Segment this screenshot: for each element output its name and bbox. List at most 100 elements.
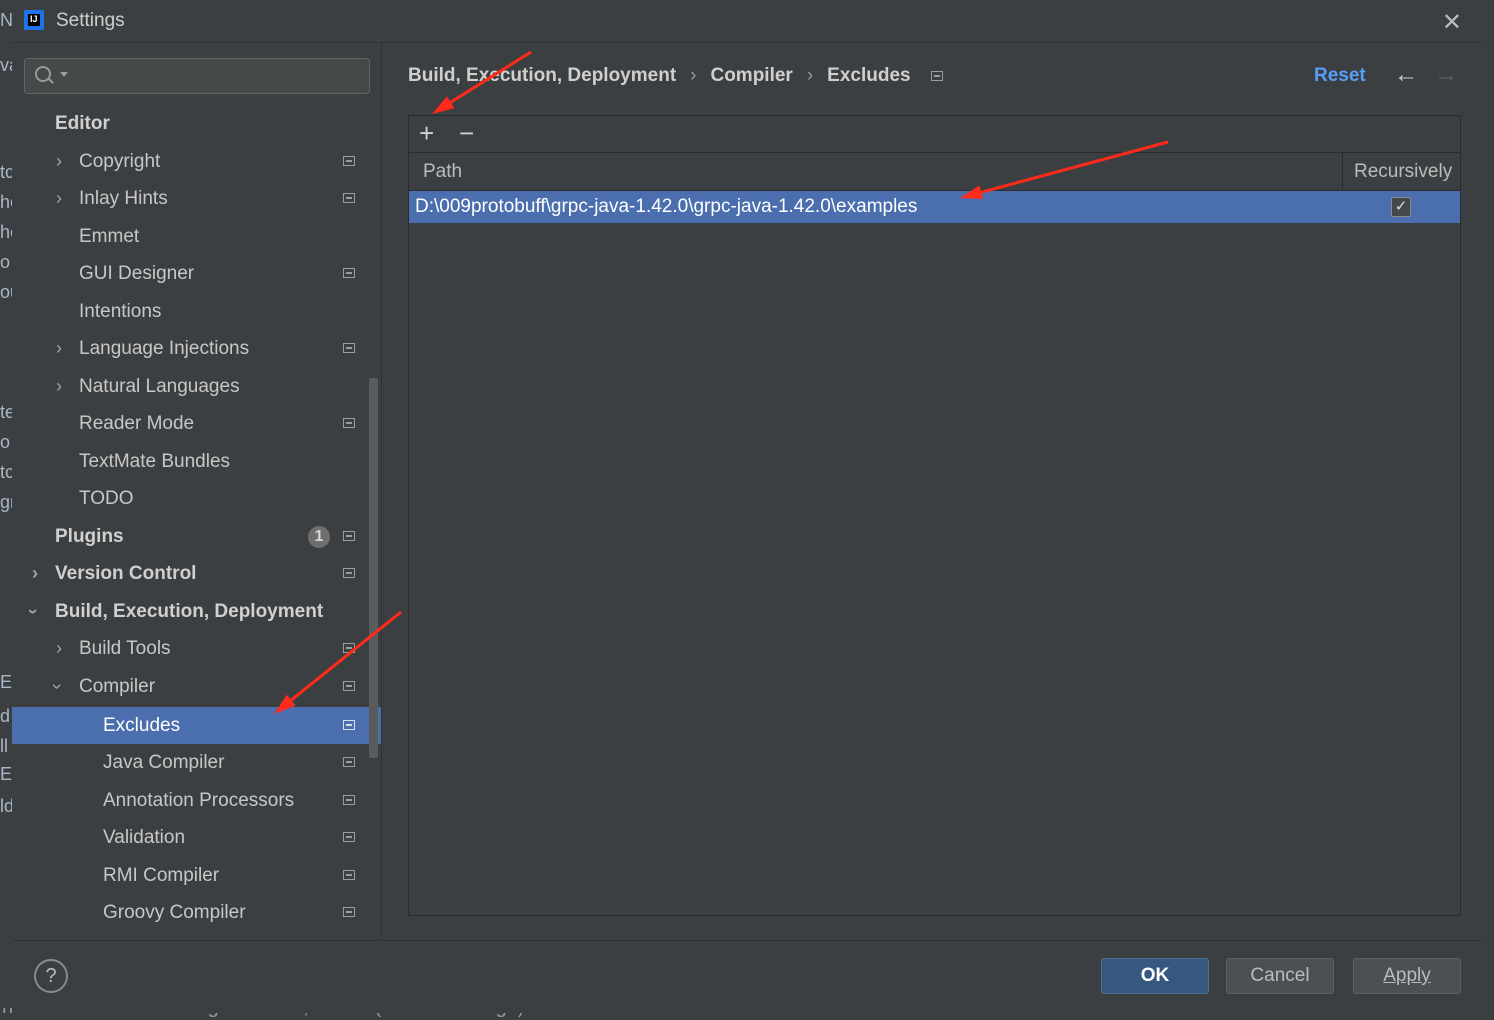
breadcrumb-separator: › <box>806 65 814 86</box>
tree-item-groovy-compiler[interactable]: Groovy Compiler <box>12 894 381 931</box>
tree-item-language-injections[interactable]: › Language Injections <box>12 330 381 367</box>
bg-text: va <box>0 55 12 75</box>
remove-icon[interactable]: − <box>459 118 474 149</box>
tree-item-label: TextMate Bundles <box>79 451 231 472</box>
tree-item-label: Copyright <box>79 151 161 172</box>
add-icon[interactable]: + <box>419 118 434 149</box>
tree-item-reader-mode[interactable]: Reader Mode <box>12 405 381 442</box>
project-scope-icon <box>343 193 355 203</box>
breadcrumb-separator: › <box>690 65 697 86</box>
reset-link[interactable]: Reset <box>1314 65 1366 87</box>
tree-item-todo[interactable]: TODO <box>12 480 381 517</box>
project-scope-icon <box>930 70 943 81</box>
sidebar-scrollbar[interactable] <box>369 378 378 758</box>
excludes-toolbar: + − <box>409 116 1460 153</box>
recursively-checkbox[interactable]: ✓ <box>1391 197 1411 217</box>
tree-item-plugins[interactable]: Plugins 1 <box>12 518 381 555</box>
tree-item-validation[interactable]: Validation <box>12 819 381 856</box>
project-scope-icon <box>343 757 355 767</box>
chevron-right-icon[interactable]: › <box>56 368 62 405</box>
close-icon[interactable]: ✕ <box>1442 8 1462 37</box>
column-header-label: Recursively <box>1354 161 1453 182</box>
chevron-down-icon[interactable]: › <box>39 684 76 690</box>
chevron-down-icon[interactable]: › <box>15 609 52 615</box>
bg-text: d <box>0 706 11 726</box>
project-scope-icon <box>343 156 355 166</box>
bg-text: te <box>0 402 12 422</box>
tree-item-gui-designer[interactable]: GUI Designer <box>12 255 381 292</box>
tree-item-label: Compiler <box>79 676 156 697</box>
breadcrumb-item[interactable]: Compiler <box>710 65 792 87</box>
forward-arrow-icon: → <box>1434 61 1458 88</box>
project-scope-icon <box>343 681 355 691</box>
project-scope-icon <box>343 531 355 541</box>
bg-text: ll <box>0 736 8 756</box>
tree-item-textmate-bundles[interactable]: TextMate Bundles <box>12 443 381 480</box>
tree-item-label: Validation <box>103 827 186 848</box>
column-header-path[interactable]: Path <box>423 161 462 183</box>
help-icon[interactable]: ? <box>34 959 68 993</box>
tree-item-label: Emmet <box>79 226 140 247</box>
chevron-right-icon[interactable]: › <box>56 630 62 667</box>
project-scope-icon <box>343 832 355 842</box>
chevron-right-icon[interactable]: › <box>56 143 62 180</box>
search-input[interactable] <box>24 58 370 94</box>
tree-item-label: RMI Compiler <box>103 865 220 886</box>
dialog-footer: ? OK Cancel Apply <box>12 940 1482 1013</box>
tree-item-emmet[interactable]: Emmet <box>12 218 381 255</box>
settings-content: Build, Execution, Deployment › Compiler › Ex… <box>381 43 1483 940</box>
tree-item-label: GUI Designer <box>79 263 195 284</box>
tree-item-label: Build Tools <box>79 638 171 659</box>
tree-item-editor[interactable]: Editor <box>12 105 381 142</box>
table-empty-area <box>409 223 1460 915</box>
column-header-recursively[interactable]: Recursively <box>1342 153 1461 190</box>
tree-item-rmi-compiler[interactable]: RMI Compiler <box>12 857 381 894</box>
tree-item-compiler[interactable]: › Compiler <box>12 668 381 705</box>
project-scope-icon <box>343 418 355 428</box>
tree-item-intentions[interactable]: Intentions <box>12 293 381 330</box>
tree-item-java-compiler[interactable]: Java Compiler <box>12 744 381 781</box>
update-count-badge: 1 <box>308 526 330 548</box>
background-ide-left: N va tc he he o ou te o tc gr E d ll E l… <box>0 0 12 1020</box>
intellij-logo-icon: IJ <box>24 10 44 30</box>
tree-item-build-execution-deployment[interactable]: › Build, Execution, Deployment <box>12 593 381 630</box>
tree-item-natural-languages[interactable]: › Natural Languages <box>12 368 381 405</box>
search-icon <box>35 66 51 82</box>
tree-item-annotation-processors[interactable]: Annotation Processors <box>12 782 381 819</box>
bg-text: E <box>0 672 12 692</box>
project-scope-icon <box>343 268 355 278</box>
breadcrumb-item[interactable]: Build, Execution, Deployment <box>408 65 676 87</box>
bg-text: tc <box>0 162 12 182</box>
back-arrow-icon[interactable]: ← <box>1394 61 1418 89</box>
tree-item-inlay-hints[interactable]: › Inlay Hints <box>12 180 381 217</box>
tree-item-label: Inlay Hints <box>79 188 168 209</box>
tree-item-label: Build, Execution, Deployment <box>55 601 324 622</box>
tree-item-label: Natural Languages <box>79 376 240 397</box>
bg-text: ld <box>0 796 12 816</box>
tree-item-version-control[interactable]: › Version Control <box>12 555 381 592</box>
excludes-table: Path Recursively D:\009protobuff\grpc-ja… <box>409 153 1460 915</box>
excludes-panel: + − Path Recursively D:\009protobuff\grp… <box>408 115 1461 916</box>
chevron-right-icon[interactable]: › <box>56 180 62 217</box>
tree-item-label: Version Control <box>55 563 197 584</box>
tree-item-excludes[interactable]: Excludes <box>12 707 381 744</box>
chevron-right-icon[interactable]: › <box>32 555 38 592</box>
chevron-down-icon[interactable] <box>60 72 68 77</box>
tree-item-copyright[interactable]: › Copyright <box>12 143 381 180</box>
breadcrumb: Build, Execution, Deployment › Compiler › Ex… <box>408 65 943 87</box>
project-scope-icon <box>343 795 355 805</box>
chevron-right-icon[interactable]: › <box>56 330 62 367</box>
tree-item-build-tools[interactable]: › Build Tools <box>12 630 381 667</box>
tree-item-label: Java Compiler <box>103 752 225 773</box>
tree-item-label: Groovy Compiler <box>103 902 246 923</box>
path-cell[interactable]: D:\009protobuff\grpc-java-1.42.0\grpc-ja… <box>415 196 917 218</box>
project-scope-icon <box>343 720 355 730</box>
bg-text: tc <box>0 462 12 482</box>
cancel-button[interactable]: Cancel <box>1226 958 1334 994</box>
project-scope-icon <box>343 907 355 917</box>
table-row[interactable]: D:\009protobuff\grpc-java-1.42.0\grpc-ja… <box>409 191 1460 223</box>
apply-button[interactable]: Apply <box>1353 958 1461 994</box>
ok-button[interactable]: OK <box>1101 958 1209 994</box>
settings-sidebar: Editor › Copyright › Inlay Hints Emmet GUI… <box>12 43 381 940</box>
bg-text: N <box>0 10 12 30</box>
